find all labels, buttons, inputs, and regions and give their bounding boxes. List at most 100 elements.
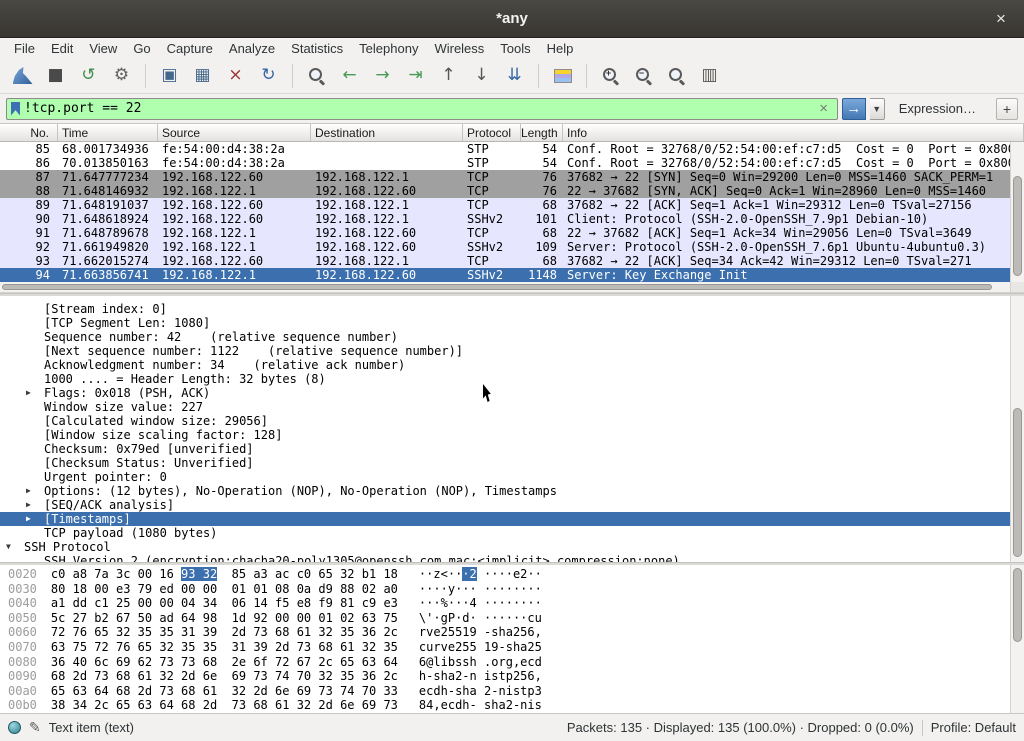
packet-row[interactable]: 8568.001734936fe:54:00:d4:38:2aSTP54Conf… [0,142,1024,156]
hex-line[interactable]: 006072 76 65 32 35 35 31 39 2d 73 68 61 … [8,625,1024,640]
detail-line[interactable]: [Window size scaling factor: 128] [0,428,1024,442]
packet-row[interactable]: 9371.662015274192.168.122.60192.168.122.… [0,254,1024,268]
detail-line[interactable]: Window size value: 227 [0,400,1024,414]
add-filter-button[interactable]: + [996,98,1018,120]
column-header-source[interactable]: Source [158,124,311,141]
capture-comment-icon[interactable]: ✎ [29,719,41,736]
menu-item-telephony[interactable]: Telephony [351,39,426,58]
capture-restart-button[interactable]: ↺ [73,61,104,91]
close-capture-file-button[interactable]: × [220,61,251,91]
detail-line[interactable]: Checksum: 0x79ed [unverified] [0,442,1024,456]
packet-row[interactable]: 8971.648191037192.168.122.60192.168.122.… [0,198,1024,212]
display-filter-entry[interactable]: × [6,98,838,120]
expert-info-icon[interactable] [8,721,21,734]
packet-row[interactable]: 8670.013850163fe:54:00:d4:38:2aSTP54Conf… [0,156,1024,170]
resize-columns-button[interactable]: ▥ [694,61,725,91]
packet-list-hscroll-thumb[interactable] [2,284,992,290]
detail-line[interactable]: Acknowledgment number: 34 (relative ack … [0,358,1024,372]
menu-item-edit[interactable]: Edit [43,39,81,58]
column-header-info[interactable]: Info [563,124,1024,141]
menu-item-help[interactable]: Help [539,39,582,58]
packet-row[interactable]: 8871.648146932192.168.122.1192.168.122.6… [0,184,1024,198]
colorize-toggle-button[interactable] [547,61,578,91]
hex-line[interactable]: 0040a1 dd c1 25 00 00 04 34 06 14 f5 e8 … [8,596,1024,611]
packet-list-vscrollbar[interactable] [1010,142,1024,282]
capture-start-button[interactable] [7,61,38,91]
hex-line[interactable]: 00505c 27 b2 67 50 ad 64 98 1d 92 00 00 … [8,611,1024,626]
hex-line[interactable]: 007063 75 72 76 65 32 35 35 31 39 2d 73 … [8,640,1024,655]
detail-line[interactable]: 1000 .... = Header Length: 32 bytes (8) [0,372,1024,386]
menu-item-view[interactable]: View [81,39,125,58]
packet-row[interactable]: 9171.648789678192.168.122.1192.168.122.6… [0,226,1024,240]
go-to-packet-button[interactable]: ⇥ [400,61,431,91]
filter-bookmark-icon[interactable] [11,102,20,116]
hex-line[interactable]: 009068 2d 73 68 61 32 2d 6e 69 73 74 70 … [8,669,1024,684]
display-filter-input[interactable] [24,101,811,116]
detail-line[interactable]: ▶Options: (12 bytes), No-Operation (NOP)… [0,484,1024,498]
hex-line[interactable]: 008036 40 6c 69 62 73 73 68 2e 6f 72 67 … [8,655,1024,670]
go-forward-button[interactable]: → [367,61,398,91]
capture-stop-button[interactable]: ■ [40,61,71,91]
menu-item-capture[interactable]: Capture [159,39,221,58]
expression-button[interactable]: Expression… [889,99,986,118]
auto-scroll-toggle-button[interactable]: ⇊ [499,61,530,91]
filter-dropdown-icon[interactable]: ▼ [870,98,885,120]
hex-line[interactable]: 00b038 34 2c 65 63 64 68 2d 73 68 61 32 … [8,698,1024,713]
packet-row[interactable]: 9271.661949820192.168.122.1192.168.122.6… [0,240,1024,254]
detail-line[interactable]: ▶Flags: 0x018 (PSH, ACK) [0,386,1024,400]
detail-line[interactable]: Sequence number: 42 (relative sequence n… [0,330,1024,344]
column-header-protocol[interactable]: Protocol [463,124,521,141]
filter-apply-button[interactable]: → [842,98,866,120]
zoom-in-button[interactable]: + [595,61,626,91]
go-back-button[interactable]: ← [334,61,365,91]
hex-line[interactable]: 003080 18 00 e3 79 ed 00 00 01 01 08 0a … [8,582,1024,597]
detail-line[interactable]: [Next sequence number: 1122 (relative se… [0,344,1024,358]
details-vscrollbar[interactable] [1010,296,1024,562]
packet-row[interactable]: 8771.647777234192.168.122.60192.168.122.… [0,170,1024,184]
hex-vscroll-thumb[interactable] [1013,568,1022,642]
profile-button[interactable]: Profile: Default [931,720,1016,735]
menu-item-tools[interactable]: Tools [492,39,538,58]
column-header-time[interactable]: Time [58,124,158,141]
capture-options-button[interactable]: ⚙ [106,61,137,91]
menu-item-wireless[interactable]: Wireless [426,39,492,58]
column-header-length[interactable]: Length [521,124,563,141]
collapsed-expander-icon[interactable]: ▶ [26,512,44,526]
collapsed-expander-icon[interactable]: ▶ [26,498,44,512]
packet-row[interactable]: 9071.648618924192.168.122.60192.168.122.… [0,212,1024,226]
reload-capture-file-button[interactable]: ↻ [253,61,284,91]
details-vscroll-thumb[interactable] [1013,408,1022,557]
packet-list-vscroll-thumb[interactable] [1013,176,1022,277]
hex-vscrollbar[interactable] [1010,565,1024,713]
column-header-destination[interactable]: Destination [311,124,463,141]
go-to-first-packet-button[interactable]: ↑ [433,61,464,91]
find-packet-button[interactable] [301,61,332,91]
column-header-no[interactable]: No. [0,124,58,141]
menu-item-analyze[interactable]: Analyze [221,39,283,58]
detail-line[interactable]: ▼SSH Protocol [0,540,1024,554]
filter-clear-icon[interactable]: × [815,100,833,117]
menu-item-statistics[interactable]: Statistics [283,39,351,58]
detail-line[interactable]: [Stream index: 0] [0,302,1024,316]
detail-line[interactable]: [TCP Segment Len: 1080] [0,316,1024,330]
zoom-reset-button[interactable] [661,61,692,91]
detail-line[interactable]: Urgent pointer: 0 [0,470,1024,484]
collapsed-expander-icon[interactable]: ▶ [26,386,44,400]
close-window-button[interactable]: × [990,8,1012,30]
expanded-expander-icon[interactable]: ▼ [6,540,24,554]
detail-line[interactable]: ▶[Timestamps] [0,512,1024,526]
zoom-out-button[interactable]: − [628,61,659,91]
packet-list-hscrollbar[interactable] [0,282,1024,293]
detail-line[interactable]: SSH Version 2 (encryption:chacha20-poly1… [0,554,1024,562]
save-capture-file-button[interactable]: ▦ [187,61,218,91]
hex-line[interactable]: 0020c0 a8 7a 3c 00 16 93 32 85 a3 ac c0 … [8,567,1024,582]
collapsed-expander-icon[interactable]: ▶ [26,484,44,498]
menu-item-file[interactable]: File [6,39,43,58]
hex-line[interactable]: 00a065 63 64 68 2d 73 68 61 32 2d 6e 69 … [8,684,1024,699]
open-capture-file-button[interactable]: ▣ [154,61,185,91]
detail-line[interactable]: [Checksum Status: Unverified] [0,456,1024,470]
detail-line[interactable]: ▶[SEQ/ACK analysis] [0,498,1024,512]
go-to-last-packet-button[interactable]: ↓ [466,61,497,91]
detail-line[interactable]: [Calculated window size: 29056] [0,414,1024,428]
packet-row[interactable]: 9471.663856741192.168.122.1192.168.122.6… [0,268,1024,282]
